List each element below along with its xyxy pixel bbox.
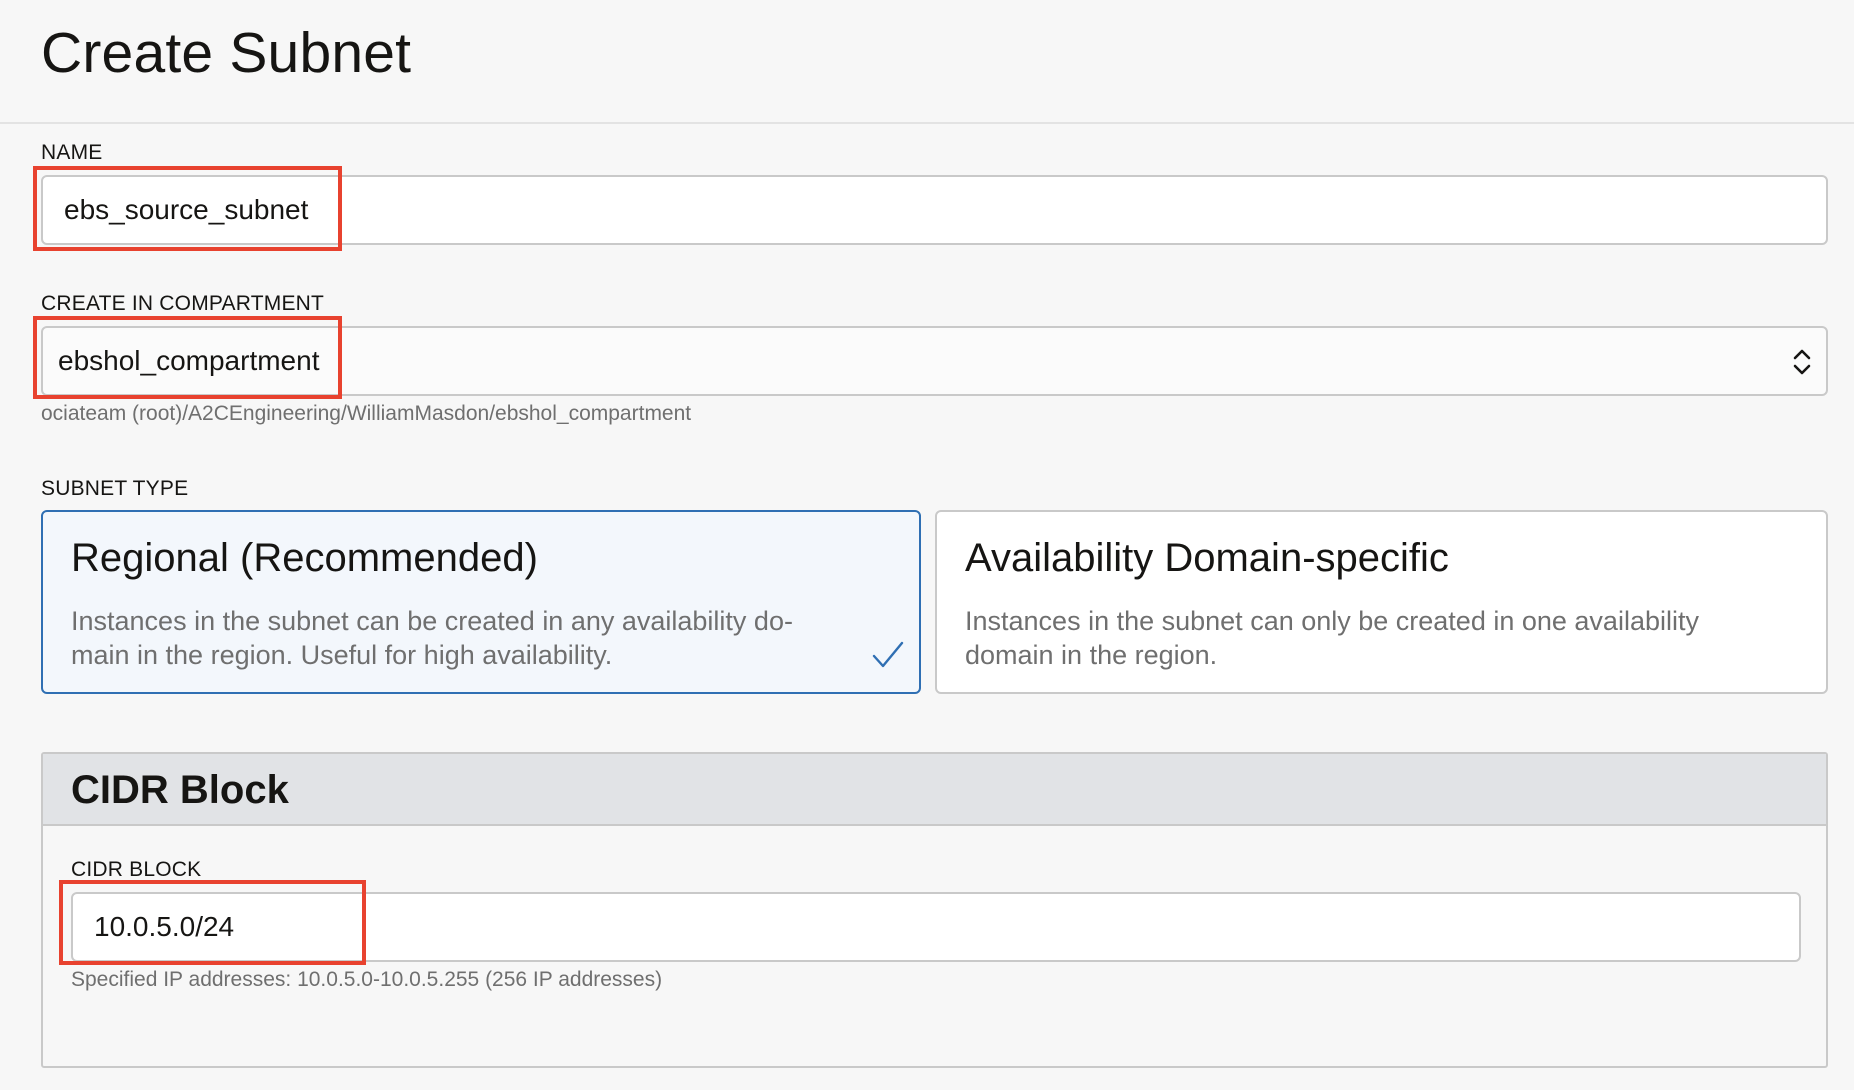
subnet-type-regional-card[interactable]: Regional (Recommended) Instances in the … [41,510,921,694]
name-label: NAME [41,141,103,164]
regional-card-title: Regional (Recommended) [71,536,538,580]
ad-specific-card-title: Availability Domain-specific [965,536,1449,580]
chevron-up-down-icon [1793,349,1811,375]
cidr-section-header: CIDR Block [43,754,1826,826]
cidr-section-title: CIDR Block [71,768,289,812]
name-input[interactable] [41,175,1828,245]
compartment-label: CREATE IN COMPARTMENT [41,292,325,315]
page-header: Create Subnet [0,0,1854,124]
ad-specific-card-description: Instances in the subnet can only be crea… [965,606,1699,670]
cidr-block-section: CIDR Block CIDR BLOCK Specified IP addre… [41,752,1828,1068]
compartment-path: ociateam (root)/A2CEngineering/WilliamMa… [41,402,692,425]
check-icon [872,641,904,668]
compartment-select-value: ebshol_compartment [58,345,320,376]
compartment-select[interactable]: ebshol_compartment [41,326,1828,396]
page-title: Create Subnet [41,21,412,85]
cidr-block-helper: Specified IP addresses: 10.0.5.0-10.0.5.… [71,968,663,991]
cidr-block-label: CIDR BLOCK [71,858,202,881]
cidr-block-input[interactable] [71,892,1801,962]
subnet-type-ad-specific-card[interactable]: Availability Domain-specific Instances i… [935,510,1828,694]
regional-card-description: Instances in the subnet can be created i… [71,606,793,670]
subnet-type-label: SUBNET TYPE [41,477,189,500]
